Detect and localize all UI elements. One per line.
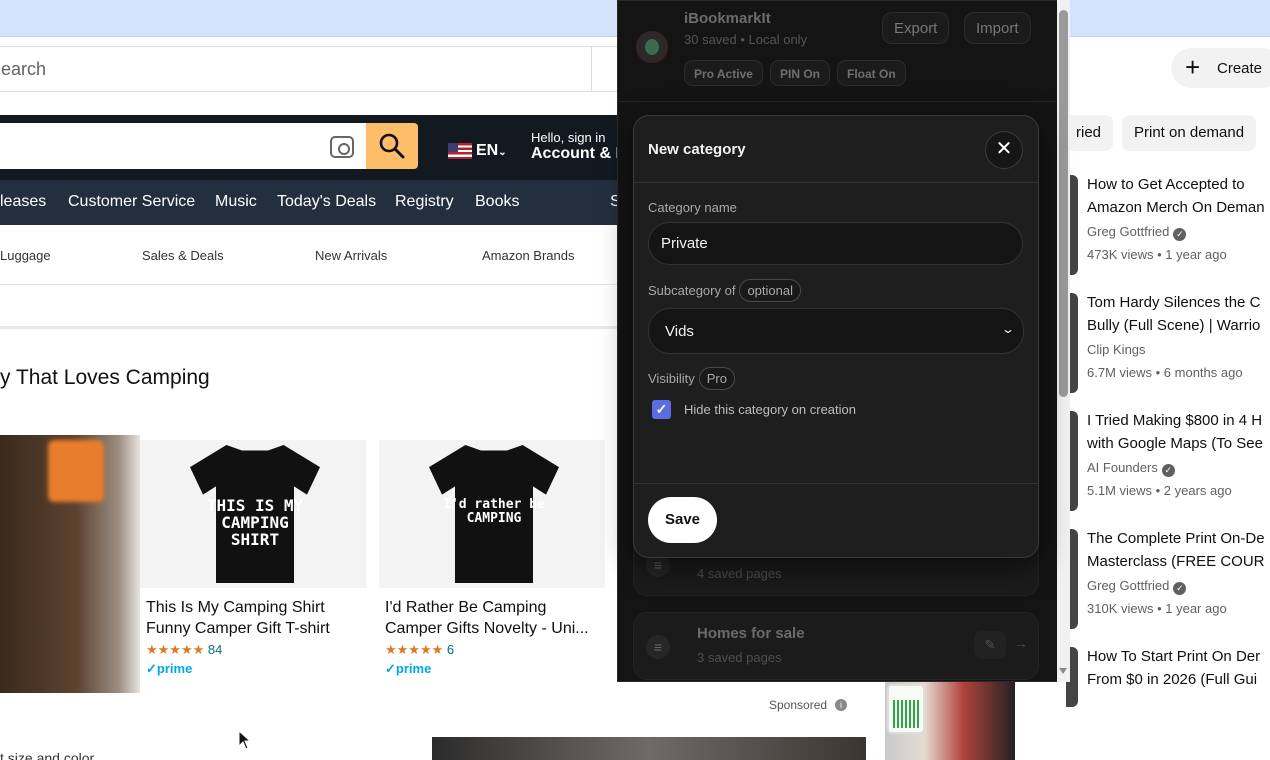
video-meta: 5.1M views • 2 years ago xyxy=(1087,483,1232,498)
category-name-label: Category name xyxy=(648,200,737,215)
extension-subtitle: 30 saved • Local only xyxy=(684,32,808,47)
drag-handle-icon[interactable]: ≡ xyxy=(646,635,670,659)
site-search-bar[interactable]: earch xyxy=(0,46,620,92)
import-button[interactable]: Import xyxy=(964,12,1031,44)
language-selector[interactable]: EN⌄ xyxy=(476,142,507,160)
export-button[interactable]: Export xyxy=(882,12,950,44)
shirt-print-text: I'd rather be CAMPING xyxy=(443,497,545,526)
subcategory-selected: Vids xyxy=(665,323,694,340)
amazon-search-input[interactable] xyxy=(0,123,366,169)
extension-title: iBookmarkIt xyxy=(684,10,771,27)
pro-tag: Pro xyxy=(698,367,735,390)
us-flag-icon[interactable] xyxy=(448,143,472,159)
category-name-input[interactable] xyxy=(648,222,1023,265)
subcategory-select[interactable]: Vids ⌄ xyxy=(648,308,1024,354)
nav-item-todays-deals[interactable]: Today's Deals xyxy=(277,193,376,211)
video-title[interactable]: How To Start Print On Der From $0 in 2026… xyxy=(1087,645,1270,691)
subnav-item-sales-deals[interactable]: Sales & Deals xyxy=(142,248,224,263)
pro-active-pill[interactable]: Pro Active xyxy=(684,60,763,86)
plus-icon: + xyxy=(1185,52,1201,82)
subcategory-label: Subcategory of optional xyxy=(648,279,801,302)
video-channel[interactable]: Greg Gottfried ✓ xyxy=(1087,224,1187,241)
scrollbar-thumb[interactable] xyxy=(1059,10,1068,397)
video-meta: 310K views • 1 year ago xyxy=(1087,601,1227,616)
sponsored-image[interactable] xyxy=(432,737,866,760)
size-color-text: t size and color xyxy=(0,750,95,760)
shirt-print-text: THIS IS MY CAMPING SHIRT xyxy=(206,496,304,549)
lamp-glow xyxy=(48,440,104,502)
video-meta: 6.7M views • 6 months ago xyxy=(1087,365,1243,380)
category-card[interactable]: ≡ Homes for sale 3 saved pages ✎ → xyxy=(633,612,1039,680)
product-title[interactable]: I'd Rather Be Camping Camper Gifts Novel… xyxy=(385,597,603,639)
video-title[interactable]: How to Get Accepted to Amazon Merch On De… xyxy=(1087,173,1270,219)
nav-item-registry[interactable]: Registry xyxy=(395,193,454,211)
phone-chart-image xyxy=(887,684,925,734)
star-rating-icon: ★★★★★ xyxy=(146,642,205,657)
arrow-right-icon[interactable]: → xyxy=(1014,635,1028,651)
category-count: 4 saved pages xyxy=(697,566,782,581)
video-title[interactable]: The Complete Print On-De Masterclass (FRE… xyxy=(1087,527,1270,573)
visibility-label: Visibility Pro xyxy=(648,367,735,390)
save-button[interactable]: Save xyxy=(648,497,717,543)
pin-on-pill[interactable]: PIN On xyxy=(770,60,831,86)
verified-icon: ✓ xyxy=(1173,582,1187,595)
edit-icon[interactable]: ✎ xyxy=(974,631,1006,659)
scroll-down-icon[interactable] xyxy=(1059,668,1067,674)
nav-item-releases[interactable]: leases xyxy=(0,193,46,211)
category-name: Homes for sale xyxy=(697,625,805,642)
sponsored-label: Sponsored xyxy=(769,698,828,712)
hide-category-label[interactable]: Hide this category on creation xyxy=(684,402,856,417)
create-button[interactable]: + Create xyxy=(1171,48,1270,88)
product-title[interactable]: This Is My Camping Shirt Funny Camper Gi… xyxy=(146,597,364,639)
mouse-cursor-icon xyxy=(238,730,252,750)
video-channel[interactable]: AI Founders ✓ xyxy=(1087,460,1175,477)
account-lists-link[interactable]: Account & L xyxy=(531,145,625,163)
prime-badge: ✓prime xyxy=(146,661,193,676)
video-meta: 473K views • 1 year ago xyxy=(1087,247,1227,262)
nav-item-customer-service[interactable]: Customer Service xyxy=(68,193,195,211)
verified-icon: ✓ xyxy=(1161,464,1175,477)
product-image[interactable]: THIS IS MY CAMPING SHIRT xyxy=(140,440,366,588)
video-title[interactable]: Tom Hardy Silences the C Bully (Full Scen… xyxy=(1087,291,1270,337)
product-card[interactable]: THIS IS MY CAMPING SHIRT This Is My Camp… xyxy=(140,440,366,690)
modal-title: New category xyxy=(648,141,746,158)
product-rating[interactable]: ★★★★★ 84 xyxy=(146,642,222,658)
verified-icon: ✓ xyxy=(1173,228,1187,241)
chevron-down-icon: ⌄ xyxy=(1000,322,1016,336)
category-count: 3 saved pages xyxy=(697,650,782,665)
camera-search-icon[interactable] xyxy=(330,136,354,158)
nav-item-music[interactable]: Music xyxy=(215,193,257,211)
star-rating-icon: ★★★★★ xyxy=(385,642,444,657)
section-title: y That Loves Camping xyxy=(0,366,210,389)
video-title[interactable]: I Tried Making $800 in 4 Hwith Google Ma… xyxy=(1087,409,1270,455)
extension-logo xyxy=(636,31,668,63)
video-channel[interactable]: Greg Gottfried ✓ xyxy=(1087,578,1187,595)
subnav-item-new-arrivals[interactable]: New Arrivals xyxy=(315,248,387,263)
hide-category-checkbox[interactable]: ✓ xyxy=(652,400,671,419)
close-icon[interactable]: ✕ xyxy=(985,131,1023,169)
create-button-label: Create xyxy=(1217,60,1263,77)
nav-item-books[interactable]: Books xyxy=(475,193,519,211)
product-image[interactable]: I'd rather be CAMPING xyxy=(379,440,605,588)
product-card[interactable]: I'd rather be CAMPING I'd Rather Be Camp… xyxy=(379,440,605,690)
amazon-search-button[interactable] xyxy=(366,123,418,169)
info-icon[interactable]: i xyxy=(835,699,847,711)
optional-tag: optional xyxy=(739,279,801,302)
product-rating[interactable]: ★★★★★ 6 xyxy=(385,642,454,658)
video-channel[interactable]: Clip Kings xyxy=(1087,342,1146,357)
float-on-pill[interactable]: Float On xyxy=(837,60,906,86)
search-icon xyxy=(379,133,405,159)
review-count: 84 xyxy=(207,642,223,657)
subnav-item-luggage[interactable]: Luggage xyxy=(0,248,51,263)
sign-in-greeting[interactable]: Hello, sign in xyxy=(531,130,605,145)
prime-badge: ✓prime xyxy=(385,661,432,676)
review-count: 6 xyxy=(446,642,455,657)
site-search-placeholder: earch xyxy=(1,59,47,79)
chip-print-on-demand[interactable]: Print on demand xyxy=(1122,115,1257,151)
subnav-item-amazon-brands[interactable]: Amazon Brands xyxy=(482,248,575,263)
